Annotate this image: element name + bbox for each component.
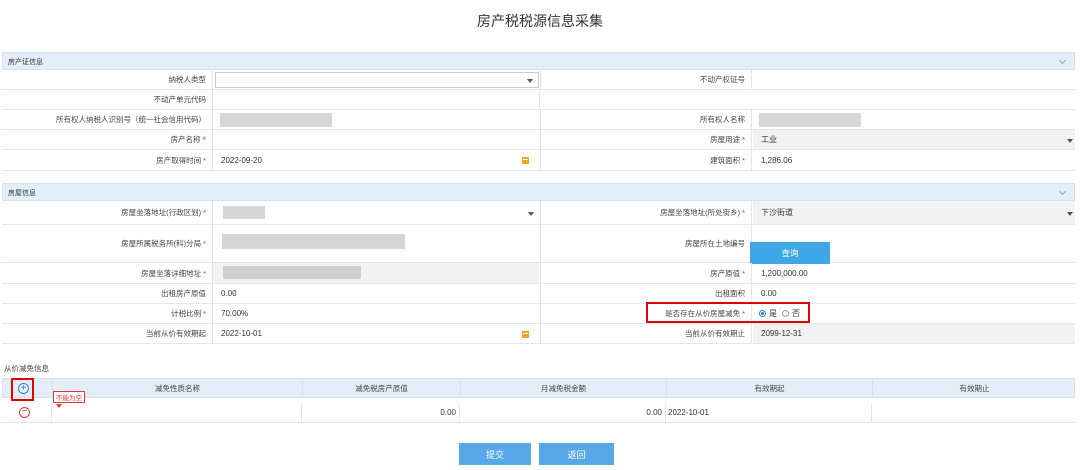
remove-row-icon[interactable]: − — [19, 407, 30, 418]
taxpayer-type-select[interactable] — [215, 72, 539, 88]
field-label: 房屋所在土地编号 — [540, 225, 752, 262]
chevron-down-icon[interactable] — [1058, 56, 1067, 65]
table-row: 0.00 0.00 2022-10-01 — [2, 403, 1075, 423]
field-label: 房产取得时间 * — [2, 150, 213, 170]
section-title-exemption: 从价减免信息 — [4, 364, 49, 373]
field-label: 不动产单元代码 — [2, 90, 213, 109]
field-label: 当前从价有效期止 — [540, 324, 752, 343]
redacted-owner-id — [220, 113, 332, 127]
redacted-district — [223, 206, 265, 219]
error-caret-icon — [56, 404, 62, 408]
street-select[interactable]: 下沙街道 — [753, 201, 1075, 224]
error-tag: 不能为空 — [53, 391, 85, 403]
end-date-cell[interactable] — [872, 403, 1075, 422]
field-label: 所有权人名称 — [540, 110, 752, 129]
real-estate-cert-field[interactable] — [753, 70, 1075, 89]
form-row: 不动产单元代码 — [2, 90, 1075, 110]
column-header: 月减免税金额 — [461, 379, 667, 397]
redacted-address — [223, 266, 361, 279]
form-row: 房产名称 * 房屋用途 * 工业 — [2, 130, 1075, 150]
field-label: 计税比例 * — [2, 304, 213, 323]
back-button[interactable]: 返回 — [539, 443, 614, 465]
divider — [539, 90, 540, 109]
redacted-owner-name — [759, 113, 861, 127]
chevron-down-icon[interactable] — [528, 211, 534, 216]
page-title: 房产税税源信息采集 — [477, 14, 603, 30]
field-label: 房产名称 * — [2, 130, 213, 149]
form-row: 当前从价有效期起 2022-10-01 当前从价有效期止 2099-12-31 — [2, 324, 1075, 344]
form-row: 房屋坐落地址(行政区划) * 房屋坐落地址(所处街乡) * 下沙街道 — [2, 201, 1075, 225]
valid-end-field[interactable]: 2099-12-31 — [753, 324, 1075, 343]
chevron-down-icon[interactable] — [1067, 138, 1073, 143]
field-label: 所有权人纳税人识别号（统一社会信用代码） — [2, 110, 213, 129]
building-area-field[interactable]: 1,286.06 — [753, 150, 1075, 170]
field-label: 当前从价有效期起 — [2, 324, 213, 343]
form-row: 所有权人纳税人识别号（统一社会信用代码） 所有权人名称 — [2, 110, 1075, 130]
field-label: 房屋坐落地址(行政区划) * — [2, 201, 213, 224]
chevron-down-icon[interactable] — [1067, 211, 1073, 216]
field-label: 出租房产原值 — [2, 284, 213, 303]
column-header: 有效期止 — [959, 383, 990, 393]
submit-button[interactable]: 提交 — [459, 443, 531, 465]
form-row: 计税比例 * 70.00% 是否存在从价房屋减免 * 是 否 — [2, 304, 1075, 324]
section-title: 房屋信息 — [8, 190, 36, 197]
calendar-icon[interactable] — [522, 157, 529, 164]
field-label: 不动产权证号 — [540, 70, 752, 89]
section-header-property-cert[interactable]: 房产证信息 — [2, 52, 1075, 70]
field-label: 房屋坐落地址(所处街乡) * — [540, 201, 752, 224]
section-title: 房产证信息 — [8, 59, 43, 66]
field-label: 房屋所属税务所(科)分局 * — [2, 225, 213, 262]
property-name-field[interactable] — [213, 130, 539, 149]
calendar-icon[interactable] — [522, 331, 529, 338]
field-label: 房产原值 * — [540, 263, 752, 283]
district-select[interactable] — [213, 201, 539, 224]
field-label: 房屋坐落详细地址 * — [2, 263, 213, 283]
field-label: 出租面积 — [540, 284, 752, 303]
field-label: 建筑面积 * — [540, 150, 752, 170]
column-header: 减免税房产原值 — [303, 379, 461, 397]
query-button[interactable]: 查询 — [750, 242, 830, 264]
redacted-tax-office — [222, 234, 405, 249]
house-use-select[interactable]: 工业 — [753, 130, 1075, 149]
chevron-down-icon[interactable] — [527, 79, 533, 83]
highlight-box — [11, 378, 34, 401]
form-row: 房屋坐落详细地址 * 房产原值 * 1,200,000.00 — [2, 263, 1075, 284]
section-header-house-info[interactable]: 房屋信息 — [2, 183, 1075, 201]
form-row: 房屋所属税务所(科)分局 * 房屋所在土地编号 查询 — [2, 225, 1075, 264]
monthly-amount-cell[interactable]: 0.00 — [460, 403, 666, 422]
form-row: 出租房产原值 0.00 出租面积 0.00 — [2, 284, 1075, 304]
field-label: 纳税人类型 — [2, 70, 213, 89]
exemption-name-cell[interactable] — [52, 403, 302, 422]
acquire-date-field[interactable]: 2022-09-20 — [213, 150, 539, 170]
unit-code-field[interactable] — [213, 90, 539, 109]
detail-address-field[interactable] — [213, 263, 539, 283]
valid-start-field[interactable]: 2022-10-01 — [213, 324, 539, 343]
column-header: 减免性质名称 — [53, 379, 303, 397]
highlight-box — [646, 302, 810, 323]
column-header: 有效期起 — [667, 379, 873, 397]
rent-original-field[interactable]: 0.00 — [213, 284, 539, 303]
tax-ratio-field[interactable]: 70.00% — [213, 304, 539, 323]
chevron-down-icon[interactable] — [1058, 187, 1067, 196]
original-value-field[interactable]: 1,200,000.00 — [753, 263, 1075, 283]
exempt-original-value-cell[interactable]: 0.00 — [302, 403, 460, 422]
form-row: 纳税人类型 不动产权证号 — [2, 70, 1075, 90]
exemption-table-header: 减免性质名称 减免税房产原值 月减免税金额 有效期起 有效期止 — [2, 378, 1075, 398]
rent-area-field[interactable]: 0.00 — [753, 284, 1075, 303]
start-date-cell[interactable]: 2022-10-01 — [666, 403, 872, 422]
form-row: 房产取得时间 * 2022-09-20 建筑面积 * 1,286.06 — [2, 150, 1075, 171]
field-label: 房屋用途 * — [540, 130, 752, 149]
